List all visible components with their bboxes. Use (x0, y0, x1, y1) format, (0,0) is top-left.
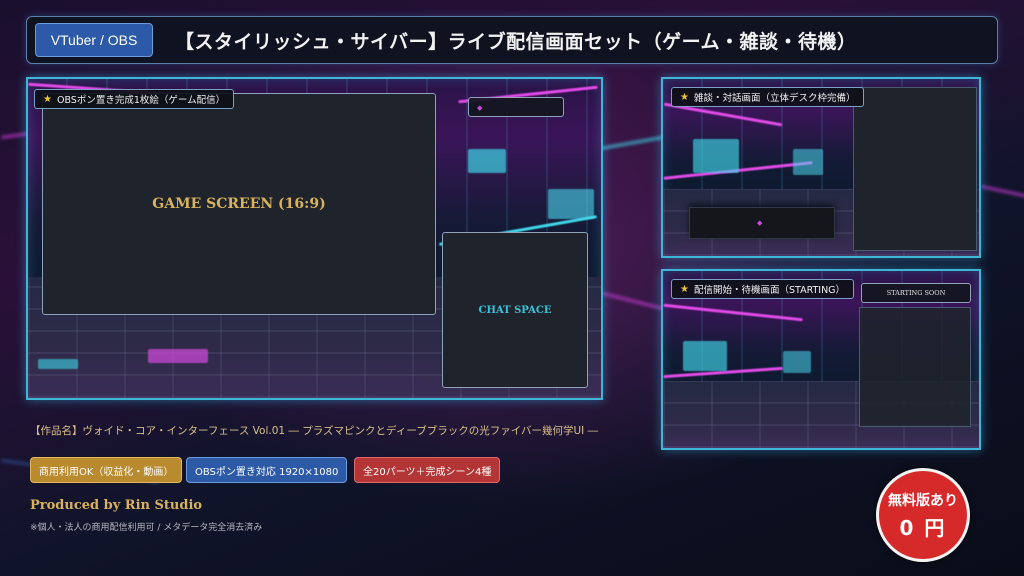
game-screen-text: GAME SCREEN (16:9) (152, 196, 326, 212)
scene-label-game: ★ OBSポン置き完成1枚絵（ゲーム配信） (34, 89, 235, 109)
tag-obs-ready: OBSポン置き対応 1920×1080 (186, 457, 348, 483)
tag-commercial-use: 商用利用OK（収益化・動画） (30, 457, 183, 483)
scene-label-talk: ★ 雑談・対話画面（立体デスク枠完備） (671, 87, 865, 107)
header-bar: VTuber / OBS 【スタイリッシュ・サイバー】ライブ配信画面セット（ゲー… (26, 16, 998, 64)
star-icon: ★ (680, 91, 689, 103)
scene-label-text: 配信開始・待機画面（STARTING） (693, 285, 846, 296)
brand-mark-icon: ◆ (757, 219, 763, 227)
page-title: 【スタイリッシュ・サイバー】ライブ配信画面セット（ゲーム・雑談・待機） (175, 31, 857, 53)
scene-label-text: OBSポン置き完成1枚絵（ゲーム配信） (56, 95, 226, 106)
talk-scene-preview: ◆ ★ 雑談・対話画面（立体デスク枠完備） (661, 77, 981, 258)
neon-panel (783, 351, 811, 373)
neon-panel (548, 189, 594, 219)
tag-parts-count: 全20パーツ＋完成シーン4種 (354, 457, 501, 483)
usage-note: ※個人・法人の商用配信利用可 / メタデータ完全消去済み (30, 523, 263, 533)
brand-mark-icon: ◆ (477, 104, 483, 112)
floor-light (148, 349, 208, 363)
starting-scene-preview: STARTING SOON ★ 配信開始・待機画面（STARTING） (661, 269, 981, 450)
game-screen-area: GAME SCREEN (16:9) (42, 93, 436, 315)
webcam-frame (853, 87, 977, 251)
category-badge: VTuber / OBS (35, 23, 153, 57)
starting-soon-text: STARTING SOON (886, 289, 946, 297)
floor-light (38, 359, 78, 369)
game-scene-preview: GAME SCREEN (16:9) ◆ CHAT SPACE ★ OBSポン置… (26, 77, 603, 400)
neon-panel (793, 149, 823, 175)
price-badge-line2: 0 円 (899, 515, 947, 540)
star-icon: ★ (680, 283, 689, 295)
top-right-frame: ◆ (468, 97, 564, 117)
neon-panel (468, 149, 506, 173)
bg-streak (600, 291, 670, 312)
star-icon: ★ (43, 93, 52, 105)
free-version-badge: 無料版あり 0 円 (876, 468, 970, 562)
chat-space-area: CHAT SPACE (442, 232, 588, 388)
work-name-text: 【作品名】ヴォイド・コア・インターフェース Vol.01 ― プラズマピンクとデ… (30, 425, 599, 437)
neon-panel (683, 341, 727, 371)
neon-line (663, 303, 803, 322)
chat-space-text: CHAT SPACE (478, 304, 552, 316)
producer-credit: Produced by Rin Studio (30, 498, 203, 513)
bg-streak (980, 184, 1024, 199)
price-badge-line1: 無料版あり (888, 492, 958, 509)
starting-soon-bar: STARTING SOON (861, 283, 971, 303)
standby-frame (859, 307, 971, 427)
scene-label-starting: ★ 配信開始・待機画面（STARTING） (671, 279, 855, 299)
scene-label-text: 雑談・対話画面（立体デスク枠完備） (693, 93, 856, 104)
neon-panel (693, 139, 739, 173)
